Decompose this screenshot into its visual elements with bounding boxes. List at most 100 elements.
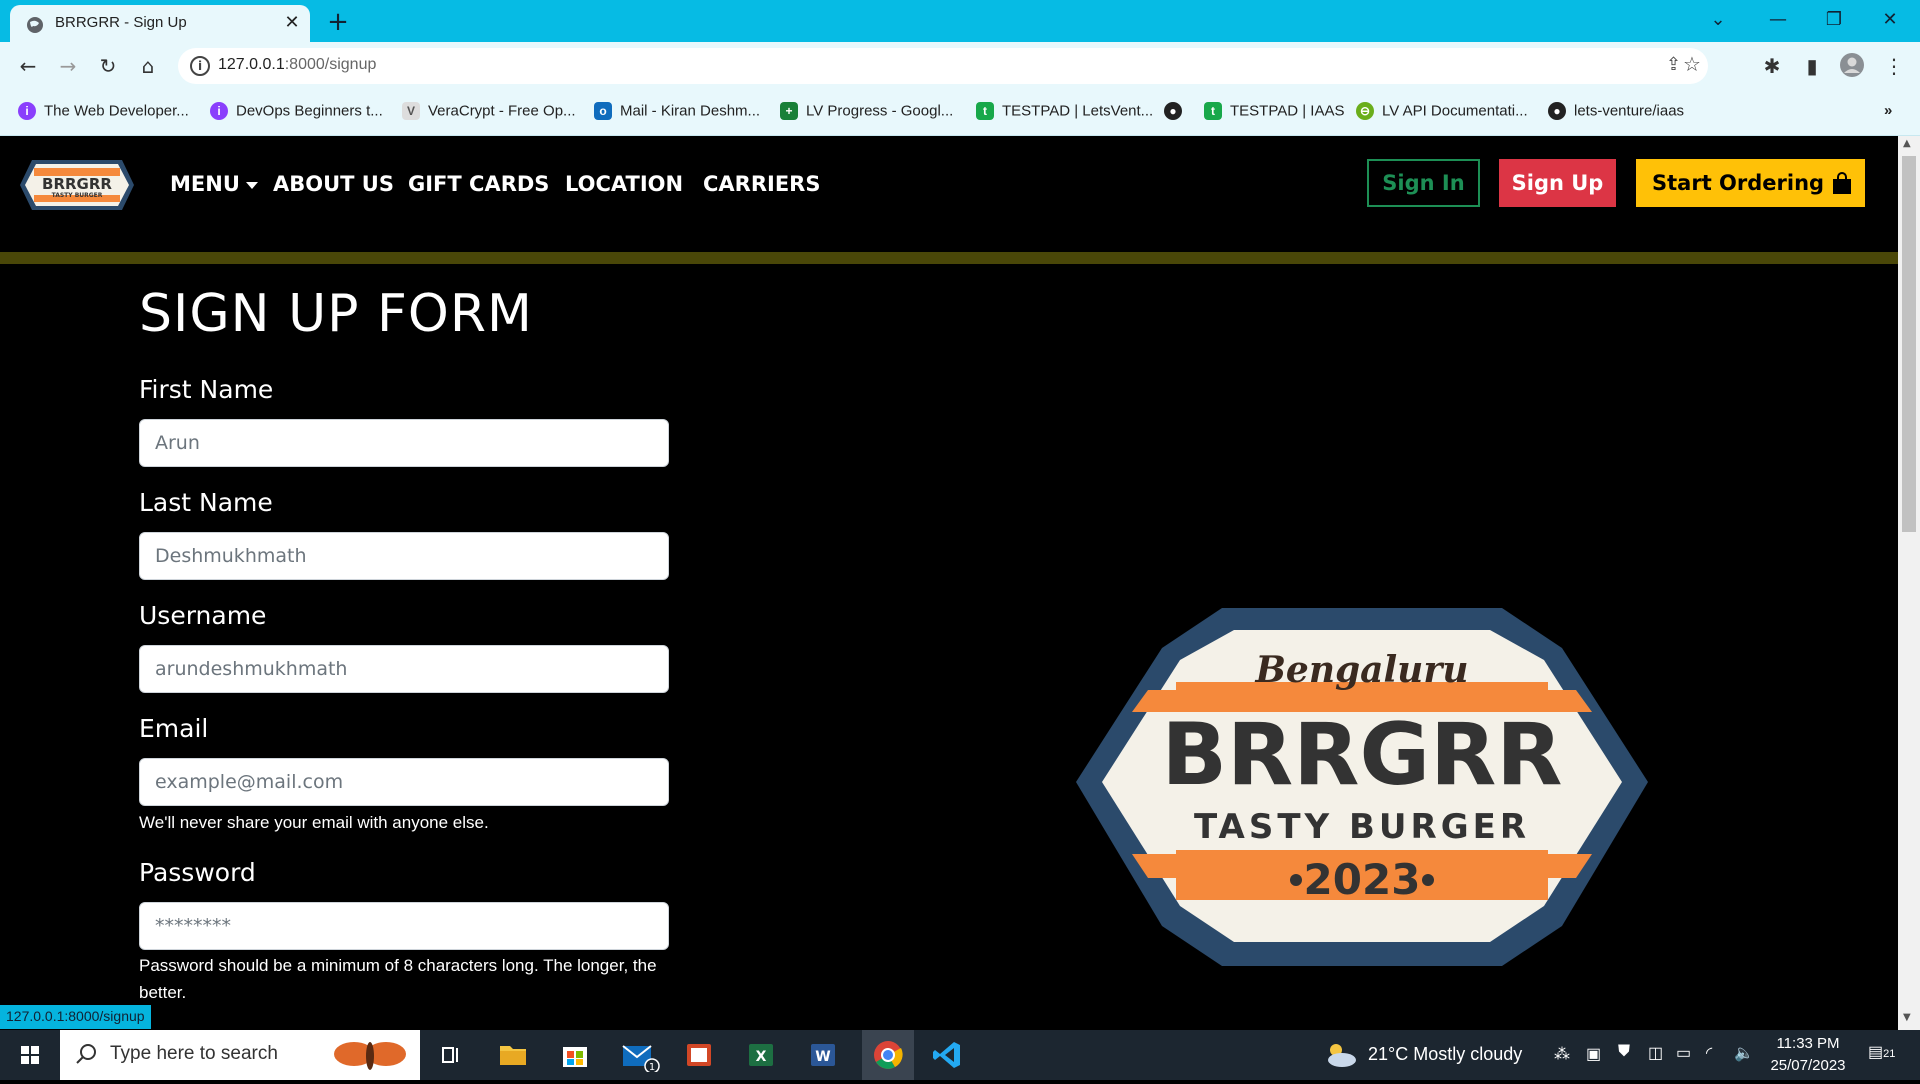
- file-explorer-icon[interactable]: [496, 1038, 530, 1072]
- password-help-text: Password should be a minimum of 8 charac…: [139, 956, 657, 1002]
- web-page: BRRGRR TASTY BURGER MENU ABOUT US GIFT C…: [0, 136, 1898, 1030]
- bookmark-item[interactable]: V VeraCrypt - Free Op...: [402, 102, 576, 124]
- task-view-icon[interactable]: [434, 1038, 468, 1072]
- page-scrollbar[interactable]: ▲ ▼: [1898, 136, 1920, 1030]
- bookmark-item[interactable]: t TESTPAD | IAAS: [1204, 102, 1344, 124]
- tray-app-icon[interactable]: ⁂: [1554, 1044, 1570, 1064]
- bookmark-item[interactable]: + LV Progress - Googl...: [780, 102, 953, 124]
- bookmark-item[interactable]: ● lets-venture/iaas: [1548, 102, 1684, 124]
- email-help-text: We'll never share your email with anyone…: [139, 813, 489, 832]
- minimize-button[interactable]: —: [1758, 6, 1798, 34]
- taskbar-search-box[interactable]: Type here to search: [60, 1030, 420, 1080]
- wifi-icon[interactable]: ◜: [1706, 1043, 1712, 1063]
- email-label: Email: [139, 714, 209, 743]
- powerpoint-icon[interactable]: [682, 1038, 716, 1072]
- sheets-icon: +: [780, 102, 798, 121]
- brand-logo[interactable]: BRRGRR TASTY BURGER: [18, 156, 136, 214]
- clock-time[interactable]: 11:33 PM: [1772, 1035, 1844, 1052]
- close-window-button[interactable]: ✕: [1870, 6, 1910, 34]
- last-name-input[interactable]: [139, 532, 669, 580]
- vscode-icon[interactable]: [930, 1038, 964, 1072]
- hero-logo-sub: TASTY BURGER: [1194, 807, 1530, 847]
- bookmark-item[interactable]: ●: [1164, 102, 1190, 124]
- sign-in-button[interactable]: Sign In: [1367, 159, 1480, 207]
- scroll-up-icon[interactable]: ▲: [1903, 138, 1911, 149]
- hero-logo-year: 2023: [1304, 855, 1421, 904]
- windows-taskbar: Type here to search 1 X W 21°C Mostly cl…: [0, 1030, 1920, 1080]
- email-input[interactable]: [139, 758, 669, 806]
- bookmark-item[interactable]: i DevOps Beginners t...: [210, 102, 383, 124]
- bookmark-item[interactable]: o Mail - Kiran Deshm...: [594, 102, 760, 124]
- tray-meet-icon[interactable]: ◫: [1648, 1043, 1663, 1063]
- nav-carriers[interactable]: CARRIERS: [703, 172, 820, 196]
- volume-icon[interactable]: 🔈: [1734, 1043, 1754, 1063]
- bookmark-item[interactable]: t TESTPAD | LetsVent...: [976, 102, 1153, 124]
- nav-gift-cards[interactable]: GIFT CARDS: [408, 172, 549, 196]
- weather-cloud-icon: [1328, 1044, 1356, 1067]
- side-panel-icon[interactable]: ▮: [1798, 52, 1826, 80]
- caret-down-icon: [245, 181, 258, 189]
- site-info-icon[interactable]: i: [190, 56, 210, 76]
- weather-text[interactable]: 21°C Mostly cloudy: [1368, 1044, 1522, 1065]
- nav-divider: [0, 252, 1898, 264]
- excel-icon[interactable]: X: [744, 1038, 778, 1072]
- back-icon[interactable]: ←: [14, 52, 42, 80]
- new-tab-button[interactable]: +: [324, 8, 352, 36]
- bookmark-item[interactable]: ⊖ LV API Documentati...: [1356, 102, 1528, 124]
- tray-security-icon[interactable]: ⛊: [1618, 1043, 1630, 1061]
- mail-icon[interactable]: 1: [620, 1038, 660, 1074]
- nav-location[interactable]: LOCATION: [565, 172, 683, 196]
- username-label: Username: [139, 601, 267, 630]
- api-doc-icon: ⊖: [1356, 102, 1374, 121]
- moth-search-highlight-icon: [334, 1042, 406, 1070]
- nav-about-us[interactable]: ABOUT US: [273, 172, 394, 196]
- restore-button[interactable]: ❐: [1814, 6, 1854, 34]
- home-icon[interactable]: ⌂: [134, 52, 162, 80]
- hero-logo-name: BRRGRR: [1161, 705, 1562, 805]
- profile-avatar[interactable]: [1838, 52, 1866, 80]
- more-bookmarks-icon[interactable]: »: [1884, 102, 1892, 124]
- first-name-input[interactable]: [139, 419, 669, 467]
- chrome-menu-icon[interactable]: ⋮: [1880, 52, 1908, 80]
- extensions-icon[interactable]: ✱: [1758, 52, 1786, 80]
- notifications-icon[interactable]: ▤21: [1868, 1042, 1895, 1062]
- tab-search-icon[interactable]: ⌄: [1698, 6, 1738, 34]
- shopping-bag-icon: [1833, 172, 1851, 194]
- search-placeholder: Type here to search: [110, 1043, 278, 1064]
- brand-logo-sub: TASTY BURGER: [52, 192, 103, 199]
- search-icon: [76, 1044, 96, 1064]
- globe-icon: ●: [1164, 102, 1182, 121]
- first-name-label: First Name: [139, 375, 274, 404]
- word-icon[interactable]: W: [806, 1038, 840, 1072]
- last-name-label: Last Name: [139, 488, 273, 517]
- site-navbar: BRRGRR TASTY BURGER MENU ABOUT US GIFT C…: [0, 136, 1898, 252]
- scroll-down-icon[interactable]: ▼: [1903, 1012, 1911, 1023]
- windows-start-icon[interactable]: [0, 1030, 60, 1080]
- share-icon[interactable]: ⇪: [1666, 54, 1681, 75]
- battery-icon[interactable]: ▭: [1676, 1043, 1691, 1063]
- status-bar-url: 127.0.0.1:8000/signup: [0, 1005, 151, 1029]
- hero-logo-city: Bengaluru: [1255, 649, 1469, 691]
- password-input[interactable]: [139, 902, 669, 950]
- chrome-taskbar-icon[interactable]: [862, 1030, 914, 1080]
- brand-logo-text: BRRGRR: [42, 175, 112, 193]
- nav-menu-dropdown[interactable]: MENU: [170, 172, 258, 196]
- bookmarks-bar: i The Web Developer... i DevOps Beginners …: [0, 90, 1920, 136]
- start-ordering-button[interactable]: Start Ordering: [1636, 159, 1865, 207]
- bookmark-item[interactable]: i The Web Developer...: [18, 102, 189, 124]
- microsoft-store-icon[interactable]: [558, 1038, 592, 1072]
- address-url[interactable]: 127.0.0.1:8000/signup: [218, 56, 376, 74]
- bookmark-star-icon[interactable]: ☆: [1683, 52, 1701, 76]
- address-bar[interactable]: i 127.0.0.1:8000/signup ⇪ ☆: [178, 48, 1708, 84]
- tray-network-drive-icon[interactable]: ▣: [1586, 1044, 1601, 1064]
- close-tab-icon[interactable]: ✕: [280, 11, 304, 35]
- reload-icon[interactable]: ↻: [94, 52, 122, 80]
- browser-tab[interactable]: BRRGRR - Sign Up ✕: [10, 5, 310, 42]
- scrollbar-thumb[interactable]: [1902, 156, 1916, 532]
- username-input[interactable]: [139, 645, 669, 693]
- github-icon: ●: [1548, 102, 1566, 121]
- clock-date[interactable]: 25/07/2023: [1766, 1057, 1850, 1074]
- forward-icon[interactable]: →: [54, 52, 82, 80]
- page-title: SIGN UP FORM: [139, 284, 533, 344]
- sign-up-button[interactable]: Sign Up: [1499, 159, 1616, 207]
